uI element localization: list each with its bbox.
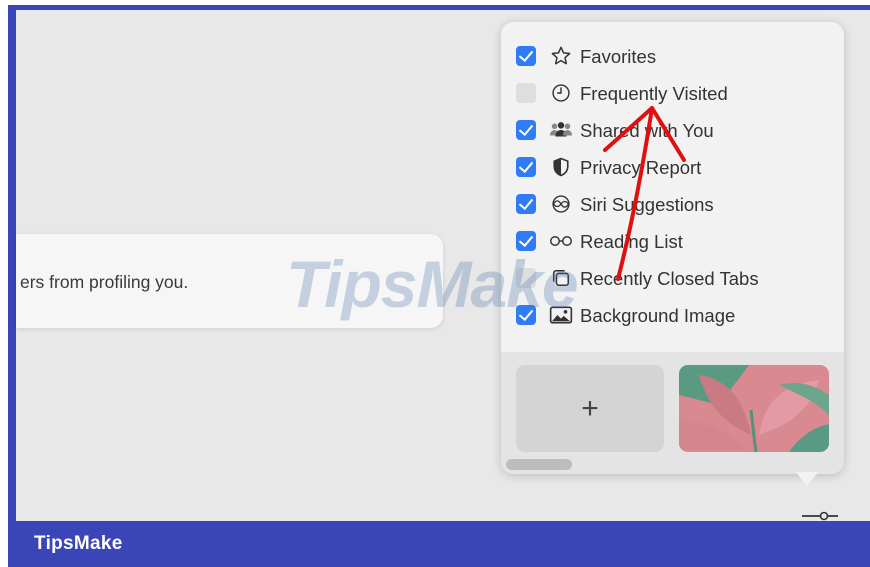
footer-bar: TipsMake [8,521,870,567]
footer-brand: TipsMake [34,533,123,554]
screenshot-frame: ers from profiling you. Favorites Freque… [0,0,870,567]
annotation-arrow [603,106,686,281]
